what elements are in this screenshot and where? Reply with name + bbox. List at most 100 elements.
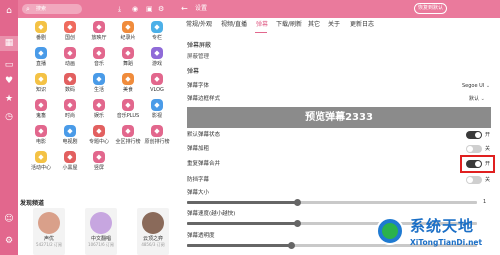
category-label: 活动中心: [30, 165, 51, 171]
download-icon[interactable]: ⤓: [118, 3, 121, 15]
toggle-label: 弹幕加粗: [187, 146, 210, 152]
category-item[interactable]: ◆ 番剧: [26, 21, 56, 46]
border-style-select[interactable]: 默认 ⌄: [469, 95, 485, 103]
category-icon: ◆: [122, 73, 134, 85]
category-item[interactable]: ◆ 音乐: [84, 47, 114, 72]
grid-icon[interactable]: ▦: [0, 36, 18, 51]
category-item[interactable]: ◆ 专题中心: [84, 125, 114, 150]
category-item[interactable]: ◆ 娱乐: [84, 99, 114, 124]
bag-icon[interactable]: ▣: [146, 3, 153, 15]
category-item[interactable]: ◆ 生活: [84, 73, 114, 98]
coin-icon[interactable]: ◉: [132, 3, 138, 15]
slider[interactable]: [187, 199, 477, 206]
category-item[interactable]: ◆ 美食: [113, 73, 143, 98]
toggle-switch[interactable]: [466, 131, 482, 139]
category-item[interactable]: ◆ 专栏: [142, 21, 172, 46]
category-item[interactable]: ◆ 鬼畜: [26, 99, 56, 124]
slider-fill: [187, 222, 297, 225]
home-icon[interactable]: ⌂: [4, 6, 14, 16]
category-item[interactable]: ◆ 纪录片: [113, 21, 143, 46]
font-select[interactable]: Segoe UI ⌄: [462, 82, 490, 90]
slider-thumb[interactable]: [288, 242, 295, 249]
channel-count: 4856/3 订阅: [141, 242, 165, 247]
border-style-value: 默认: [469, 96, 480, 102]
tab-item[interactable]: 更新日志: [350, 20, 374, 30]
category-icon: ◆: [93, 47, 105, 59]
slider-thumb[interactable]: [294, 220, 301, 227]
star-icon[interactable]: ★: [4, 94, 14, 104]
category-item[interactable]: ◆ 全区排行榜: [113, 125, 143, 150]
category-item[interactable]: ◆ VLOG: [142, 73, 172, 98]
category-label: 动画: [64, 61, 75, 67]
slider-label: 弹幕速度(越小越快): [187, 211, 236, 217]
category-item[interactable]: ◆ 电视剧: [55, 125, 85, 150]
user-icon[interactable]: ☺: [4, 214, 14, 224]
tab-item[interactable]: 关于: [328, 20, 340, 30]
settings-icon[interactable]: ⚙: [158, 3, 164, 15]
category-item[interactable]: ◆ 数码: [55, 73, 85, 98]
category-label: 小黑屋: [62, 165, 78, 171]
tab-item[interactable]: 其它: [308, 20, 320, 30]
category-item[interactable]: ◆ 游戏: [142, 47, 172, 72]
category-item[interactable]: ◆ 活动中心: [26, 151, 56, 176]
category-item[interactable]: ◆ 电影: [26, 125, 56, 150]
category-item[interactable]: ◆ 放映厅: [84, 21, 114, 46]
category-icon: ◆: [64, 21, 76, 33]
search-box[interactable]: ⌕ 搜索: [22, 4, 82, 14]
tab-item[interactable]: 弹幕: [256, 20, 268, 30]
danmaku-section-head: 弹幕: [187, 68, 200, 75]
category-icon: ◆: [35, 21, 47, 33]
channel-card[interactable]: 声优 54271/2 订阅: [33, 208, 65, 255]
category-item[interactable]: ◆ 舞蹈: [113, 47, 143, 72]
category-label: 美食: [122, 87, 133, 93]
category-item[interactable]: ◆ 小黑屋: [55, 151, 85, 176]
back-icon[interactable]: ←: [181, 3, 188, 15]
toggle-knob: [467, 177, 473, 183]
category-item[interactable]: ◆ 国创: [55, 21, 85, 46]
settings-top-bar: ← 设置 恢复到默认: [175, 0, 500, 18]
border-style-label: 弹幕边框样式: [187, 96, 221, 102]
danmaku-preview: 预览弹幕2333: [187, 107, 491, 128]
category-label: 原创排行榜: [144, 139, 170, 145]
toggle-switch[interactable]: [466, 176, 482, 184]
toggle-label: 防挡字幕: [187, 177, 210, 183]
block-manage-link[interactable]: 屏蔽管理: [187, 53, 209, 61]
category-label: 纪录片: [120, 35, 136, 41]
channel-card[interactable]: 中文翻唱 10671/6 订阅: [85, 208, 117, 255]
category-item[interactable]: ◆ 影视: [142, 99, 172, 124]
category-label: 竖屏: [93, 165, 104, 171]
category-item[interactable]: ◆ 时尚: [55, 99, 85, 124]
tv-icon[interactable]: ▭: [4, 60, 14, 70]
category-icon: ◆: [64, 151, 76, 163]
category-icon: ◆: [64, 99, 76, 111]
category-item[interactable]: ◆ 直播: [26, 47, 56, 72]
left-top-bar: ⌕ 搜索 ⤓ ◉ ▣ ⚙: [18, 0, 175, 18]
category-item[interactable]: ◆ 竖屏: [84, 151, 114, 176]
slider-thumb[interactable]: [294, 199, 301, 206]
watermark-title: 系统天地: [410, 217, 475, 235]
restore-default-button[interactable]: 恢复到默认: [414, 3, 448, 14]
category-label: 放映厅: [91, 35, 107, 41]
clock-icon[interactable]: ◷: [4, 112, 14, 122]
settings-icon[interactable]: ⚙: [4, 236, 14, 246]
category-icon: ◆: [35, 125, 47, 137]
settings-title: 设置: [195, 5, 208, 12]
category-item[interactable]: ◆ 音乐PLUS: [113, 99, 143, 124]
category-item[interactable]: ◆ 原创排行榜: [142, 125, 172, 150]
category-icon: ◆: [64, 125, 76, 137]
toggle-switch[interactable]: [466, 145, 482, 153]
toggle-state-text: 开: [485, 132, 491, 138]
category-icon: ◆: [64, 47, 76, 59]
channel-card[interactable]: 云顶之弈 4856/3 订阅: [137, 208, 169, 255]
font-label: 弹幕字体: [187, 83, 210, 89]
category-label: 生活: [93, 87, 104, 93]
heart-icon[interactable]: ♥: [4, 76, 14, 86]
tab-item[interactable]: 下载/刷新: [276, 20, 302, 30]
highlight-box: [460, 155, 495, 173]
category-icon: ◆: [93, 73, 105, 85]
category-item[interactable]: ◆ 知识: [26, 73, 56, 98]
category-item[interactable]: ◆ 动画: [55, 47, 85, 72]
tab-item[interactable]: 视频/直播: [221, 20, 247, 30]
category-label: 国创: [64, 35, 75, 41]
tab-item[interactable]: 常规/外观: [186, 20, 212, 30]
